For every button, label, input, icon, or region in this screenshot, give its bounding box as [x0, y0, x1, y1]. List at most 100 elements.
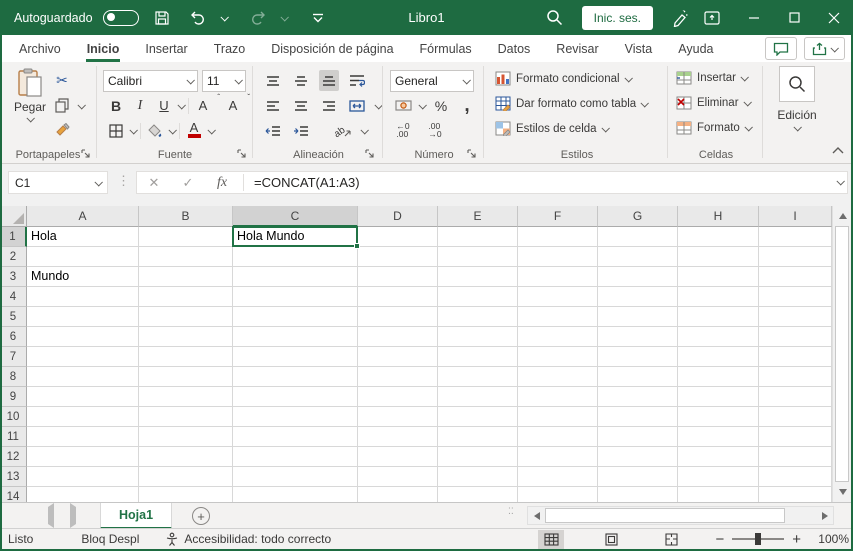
cell-I13[interactable] — [759, 467, 832, 487]
row-header-14[interactable]: 14 — [0, 487, 27, 502]
cell-F1[interactable] — [518, 227, 598, 247]
cell-I9[interactable] — [759, 387, 832, 407]
cell-G1[interactable] — [598, 227, 678, 247]
cell-H13[interactable] — [678, 467, 759, 487]
cell-I11[interactable] — [759, 427, 832, 447]
cell-E13[interactable] — [438, 467, 518, 487]
cell-I14[interactable] — [759, 487, 832, 502]
column-header-E[interactable]: E — [438, 206, 518, 227]
align-left-icon[interactable] — [263, 95, 283, 116]
copy-icon[interactable] — [52, 95, 72, 116]
cell-H7[interactable] — [678, 347, 759, 367]
row-header-13[interactable]: 13 — [0, 467, 27, 487]
search-icon[interactable] — [542, 5, 568, 31]
row-header-12[interactable]: 12 — [0, 447, 27, 467]
cell-B8[interactable] — [139, 367, 233, 387]
cell-B11[interactable] — [139, 427, 233, 447]
cell-D10[interactable] — [358, 407, 438, 427]
format-as-table-button[interactable]: Dar formato como tabla — [495, 96, 650, 111]
cell-B4[interactable] — [139, 287, 233, 307]
cell-C13[interactable] — [233, 467, 358, 487]
number-dialog-launcher-icon[interactable] — [467, 149, 478, 160]
row-header-10[interactable]: 10 — [0, 407, 27, 427]
merge-center-icon[interactable] — [347, 95, 367, 116]
share-button[interactable] — [804, 37, 845, 60]
cell-D4[interactable] — [358, 287, 438, 307]
cell-H3[interactable] — [678, 267, 759, 287]
cell-A9[interactable] — [27, 387, 139, 407]
cell-C3[interactable] — [233, 267, 358, 287]
paste-button[interactable]: Pegar — [10, 68, 50, 123]
select-all-button[interactable] — [0, 206, 27, 227]
tab-formulas[interactable]: Fórmulas — [407, 35, 485, 62]
cell-H14[interactable] — [678, 487, 759, 502]
cell-B12[interactable] — [139, 447, 233, 467]
font-color-button[interactable]: A — [184, 120, 204, 141]
cell-G11[interactable] — [598, 427, 678, 447]
cell-B9[interactable] — [139, 387, 233, 407]
quick-access-toolbar-icon[interactable] — [305, 5, 331, 31]
comma-style-button[interactable]: , — [457, 95, 477, 116]
align-bottom-icon[interactable] — [319, 70, 339, 91]
cell-G13[interactable] — [598, 467, 678, 487]
copy-dropdown-icon[interactable] — [77, 100, 86, 110]
cell-G8[interactable] — [598, 367, 678, 387]
cell-D14[interactable] — [358, 487, 438, 502]
cell-H5[interactable] — [678, 307, 759, 327]
zoom-slider-handle[interactable] — [755, 533, 762, 545]
cell-C7[interactable] — [233, 347, 358, 367]
cell-H4[interactable] — [678, 287, 759, 307]
cell-F13[interactable] — [518, 467, 598, 487]
cell-E10[interactable] — [438, 407, 518, 427]
cell-E2[interactable] — [438, 247, 518, 267]
cell-D7[interactable] — [358, 347, 438, 367]
font-color-dropdown-icon[interactable] — [207, 125, 216, 135]
row-header-2[interactable]: 2 — [0, 247, 27, 267]
cell-G4[interactable] — [598, 287, 678, 307]
column-header-D[interactable]: D — [358, 206, 438, 227]
cell-I4[interactable] — [759, 287, 832, 307]
column-header-G[interactable]: G — [598, 206, 678, 227]
cell-F12[interactable] — [518, 447, 598, 467]
cell-I12[interactable] — [759, 447, 832, 467]
orientation-dropdown-icon[interactable] — [360, 125, 369, 135]
cell-I1[interactable] — [759, 227, 832, 247]
cell-D3[interactable] — [358, 267, 438, 287]
align-right-icon[interactable] — [319, 95, 339, 116]
tab-archivo[interactable]: Archivo — [6, 35, 74, 62]
bold-button[interactable]: B — [106, 95, 126, 116]
borders-icon[interactable] — [106, 120, 126, 141]
horizontal-scrollbar[interactable] — [527, 506, 834, 525]
cell-A1[interactable]: Hola — [27, 227, 139, 247]
row-header-3[interactable]: 3 — [0, 267, 27, 287]
sign-in-button[interactable]: Inic. ses. — [581, 5, 653, 30]
collapse-ribbon-icon[interactable] — [832, 146, 844, 154]
cell-A8[interactable] — [27, 367, 139, 387]
cell-F2[interactable] — [518, 247, 598, 267]
row-header-4[interactable]: 4 — [0, 287, 27, 307]
minimize-button[interactable] — [741, 5, 767, 31]
tab-datos[interactable]: Datos — [485, 35, 544, 62]
format-painter-icon[interactable] — [52, 120, 72, 141]
cell-B5[interactable] — [139, 307, 233, 327]
formula-input[interactable]: =CONCAT(A1:A3) — [248, 175, 360, 190]
orientation-icon[interactable]: ab — [333, 120, 353, 141]
cell-H8[interactable] — [678, 367, 759, 387]
scroll-left-icon[interactable] — [528, 507, 545, 524]
cell-A2[interactable] — [27, 247, 139, 267]
page-break-preview-button[interactable] — [658, 530, 684, 549]
cell-C2[interactable] — [233, 247, 358, 267]
page-layout-view-button[interactable] — [598, 530, 624, 549]
row-header-6[interactable]: 6 — [0, 327, 27, 347]
column-header-B[interactable]: B — [139, 206, 233, 227]
cell-D8[interactable] — [358, 367, 438, 387]
cell-C11[interactable] — [233, 427, 358, 447]
accounting-dropdown-icon[interactable] — [418, 100, 427, 110]
editing-button[interactable]: Edición — [775, 66, 819, 132]
align-center-icon[interactable] — [291, 95, 311, 116]
save-icon[interactable] — [149, 5, 175, 31]
format-cells-button[interactable]: Formato — [676, 121, 753, 135]
accessibility-status[interactable]: Accesibilidad: todo correcto — [155, 532, 341, 546]
cell-H9[interactable] — [678, 387, 759, 407]
cell-C9[interactable] — [233, 387, 358, 407]
